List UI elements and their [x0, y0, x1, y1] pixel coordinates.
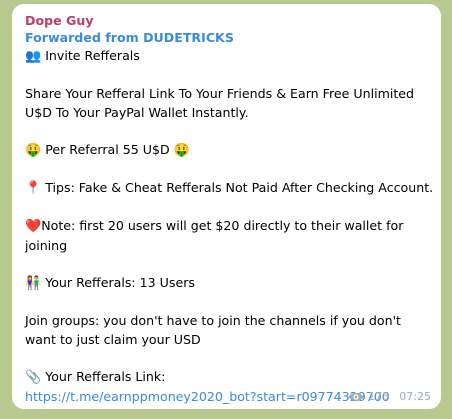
money-face-icon: 🤑	[25, 143, 42, 158]
couple-icon: 👫	[25, 276, 42, 291]
paperclip-icon: 📎	[25, 370, 42, 385]
referral-link[interactable]: https://t.me/earnppmoney2020_bot?start=r…	[25, 389, 390, 404]
heart-icon: ❤️	[25, 219, 42, 234]
tips-text: Tips: Fake & Cheat Refferals Not Paid Af…	[45, 180, 434, 195]
header-line: 👥 Invite Refferals	[25, 46, 429, 66]
join-groups-text: Join groups: you don't have to join the …	[25, 313, 401, 347]
link-label: Your Refferals Link:	[45, 369, 166, 384]
view-count: 175	[368, 390, 390, 403]
note-text: Note: first 20 users will get $20 direct…	[25, 218, 404, 253]
header-text: Invite Refferals	[45, 48, 140, 63]
referrals-line: 👫 Your Refferals: 13 Users	[25, 273, 429, 293]
tips-line: 📍 Tips: Fake & Cheat Refferals Not Paid …	[25, 178, 433, 198]
sender-name[interactable]: Dope Guy	[25, 12, 429, 29]
message-bubble: Dope Guy Forwarded from DUDETRICKS 👥 Inv…	[12, 4, 441, 409]
people-icon: 👥	[25, 49, 42, 64]
message-meta: 175 07:25	[348, 390, 431, 404]
per-referral-text: Per Referral 55 U$D	[45, 142, 170, 157]
note-line: ❤️Note: first 20 users will get $20 dire…	[25, 216, 429, 255]
per-referral-line: 🤑 Per Referral 55 U$D 🤑	[25, 140, 429, 160]
referrals-text: Your Refferals: 13 Users	[45, 275, 195, 290]
message-time: 07:25	[399, 390, 431, 403]
link-label-line: 📎 Your Refferals Link:	[25, 367, 429, 387]
forwarded-from[interactable]: Forwarded from DUDETRICKS	[25, 29, 429, 46]
money-face-icon: 🤑	[173, 143, 190, 158]
eye-icon	[348, 392, 364, 402]
pin-icon: 📍	[25, 181, 42, 196]
intro-text: Share Your Refferal Link To Your Friends…	[25, 86, 415, 120]
